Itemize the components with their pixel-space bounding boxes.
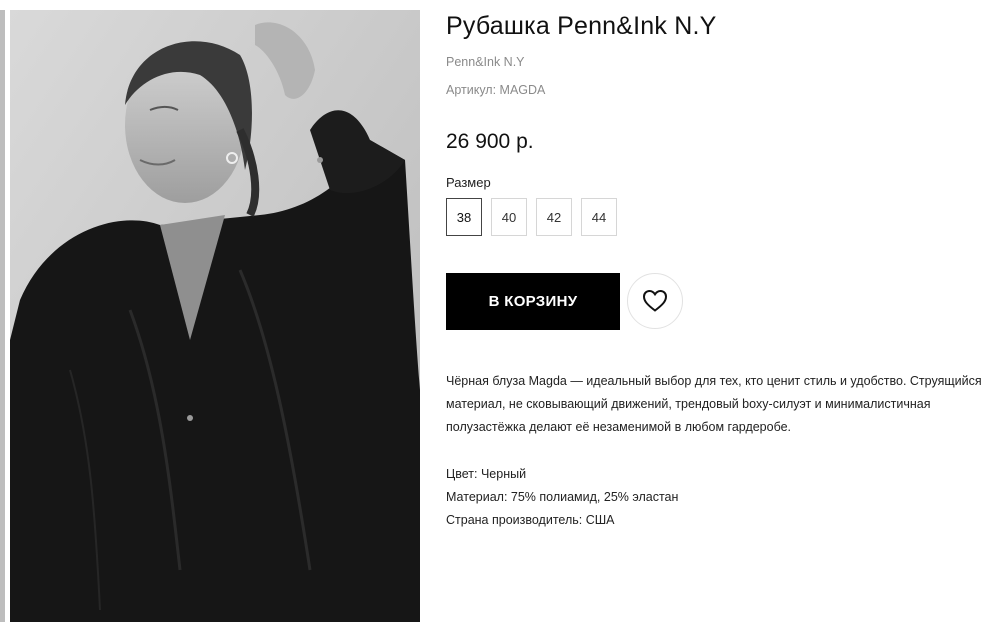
product-sku: Артикул: MAGDA [446,83,546,97]
size-selector: 38 40 42 44 [446,198,617,236]
size-option-38[interactable]: 38 [446,198,482,236]
product-description: Чёрная блуза Magda — идеальный выбор для… [446,374,982,434]
product-title: Рубашка Penn&Ink N.Y [446,12,717,40]
size-option-42[interactable]: 42 [536,198,572,236]
size-option-40[interactable]: 40 [491,198,527,236]
add-to-cart-button[interactable]: В КОРЗИНУ [446,273,620,330]
product-price: 26 900 р. [446,130,534,153]
product-page: Рубашка Penn&Ink N.Y Penn&Ink N.Y Артику… [0,0,1000,630]
previous-image-edge[interactable] [0,10,5,622]
product-photo[interactable] [10,10,420,622]
spec-material: Материал: 75% полиамид, 25% эластан [446,490,679,504]
size-option-44[interactable]: 44 [581,198,617,236]
product-specs: Цвет: Черный Материал: 75% полиамид, 25%… [446,463,678,532]
spec-color: Цвет: Черный [446,467,527,481]
model-photo-image [10,10,420,622]
spec-country: Страна производитель: США [446,513,615,527]
heart-icon [642,289,668,312]
size-label: Размер [446,175,491,190]
add-to-favorites-button[interactable] [627,273,683,329]
brand-name[interactable]: Penn&Ink N.Y [446,55,525,69]
